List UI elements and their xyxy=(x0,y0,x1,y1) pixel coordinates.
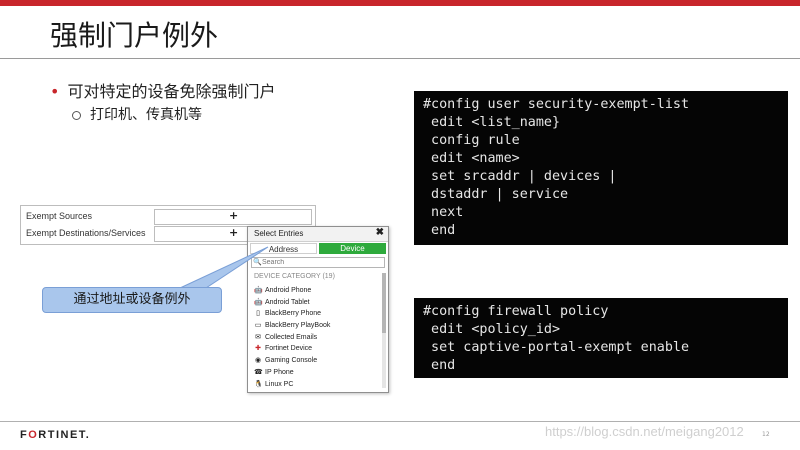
exempt-sources-field[interactable]: + xyxy=(154,209,312,225)
code-line: set captive-portal-exempt enable xyxy=(423,340,690,355)
title-divider xyxy=(0,58,800,59)
device-item-label: Fortinet Device xyxy=(265,345,313,353)
popup-tabs: Address Device xyxy=(250,243,386,254)
exempt-sources-row: Exempt Sources + xyxy=(21,208,315,226)
search-icon: 🔍 xyxy=(253,259,262,266)
android-icon: 🤖 xyxy=(254,287,263,294)
code-line: next xyxy=(423,205,464,220)
bullet-main-text: 可对特定的设备免除强制门户 xyxy=(67,82,276,101)
fortinet-logo: FORTINET. xyxy=(20,429,91,441)
search-box: 🔍 xyxy=(251,257,385,268)
code-line: config rule xyxy=(423,133,520,148)
popup-scrollbar[interactable] xyxy=(382,273,386,388)
handset-icon: ☎ xyxy=(254,368,263,376)
fortinet-icon: ✚ xyxy=(255,345,261,353)
bullet-main: • 可对特定的设备免除强制门户 xyxy=(50,78,275,102)
gamepad-icon: ◉ xyxy=(254,357,262,365)
footer-divider xyxy=(0,421,800,422)
exempt-sources-label: Exempt Sources xyxy=(26,211,93,221)
device-item[interactable]: ▯ BlackBerry Phone xyxy=(254,309,378,321)
device-item[interactable]: ◉ Gaming Console xyxy=(254,356,378,368)
top-accent-bar xyxy=(0,0,800,6)
category-label: DEVICE CATEGORY (19) xyxy=(254,273,335,280)
device-item[interactable]: ✉ Collected Emails xyxy=(254,333,378,345)
device-item-label: Gaming Console xyxy=(265,357,318,365)
device-item[interactable]: ☎ IP Phone xyxy=(254,368,378,380)
device-item-label: Collected Emails xyxy=(265,333,318,341)
code-line: end xyxy=(423,358,456,373)
popup-title: Select Entries xyxy=(254,229,304,238)
code-block-security-exempt: #config user security-exempt-list edit <… xyxy=(414,91,788,245)
code-line: dstaddr | service xyxy=(423,187,569,202)
device-item[interactable]: 🤖 Android Tablet xyxy=(254,298,378,310)
code-line: #config user security-exempt-list xyxy=(423,97,690,112)
code-line: set srcaddr | devices | xyxy=(423,169,617,184)
code-line: end xyxy=(423,223,456,238)
phone-icon: ▯ xyxy=(256,310,260,318)
device-item-label: Linux PC xyxy=(265,380,294,388)
bullet-sub: 打印机、传真机等 xyxy=(72,104,202,124)
exempt-destinations-label: Exempt Destinations/Services xyxy=(26,228,146,238)
device-item-label: IP Phone xyxy=(265,368,294,376)
page-number: 12 xyxy=(762,431,770,438)
tab-address[interactable]: Address xyxy=(250,243,317,254)
scrollbar-thumb[interactable] xyxy=(382,273,386,333)
device-item[interactable]: ▭ BlackBerry PlayBook xyxy=(254,321,378,333)
linux-icon: 🐧 xyxy=(254,380,263,388)
callout-box: 通过地址或设备例外 xyxy=(42,287,222,313)
device-item[interactable]: 🤖 Android Phone xyxy=(254,286,378,298)
code-line: edit <name> xyxy=(423,151,520,166)
select-entries-popup: Select Entries ✖ Address Device 🔍 DEVICE… xyxy=(247,226,389,393)
tab-device[interactable]: Device xyxy=(319,243,386,254)
device-item-label: Android Tablet xyxy=(265,298,310,306)
android-icon: 🤖 xyxy=(254,298,263,306)
popup-header: Select Entries ✖ xyxy=(248,227,388,242)
device-list: 🤖 Android Phone 🤖 Android Tablet ▯ BlackBerry… xyxy=(254,286,378,391)
close-icon[interactable]: ✖ xyxy=(376,227,384,238)
bullet-sub-text: 打印机、传真机等 xyxy=(90,107,202,123)
device-item-label: BlackBerry Phone xyxy=(265,310,322,318)
device-item-label: BlackBerry PlayBook xyxy=(265,322,331,330)
envelope-icon: ✉ xyxy=(255,333,261,341)
device-item-label: Android Phone xyxy=(265,287,312,294)
add-icon[interactable]: + xyxy=(229,209,238,222)
code-block-firewall-policy: #config firewall policy edit <policy_id>… xyxy=(414,298,788,378)
search-input[interactable] xyxy=(262,258,380,266)
bullet-ring-icon xyxy=(72,110,81,120)
code-line: #config firewall policy xyxy=(423,304,609,319)
code-line: edit <policy_id> xyxy=(423,322,561,337)
watermark: https://blog.csdn.net/meigang2012 xyxy=(545,424,744,439)
device-item[interactable]: 🐧 Linux PC xyxy=(254,380,378,392)
tablet-icon: ▭ xyxy=(254,322,262,330)
bullet-dot-icon: • xyxy=(50,82,60,101)
add-icon[interactable]: + xyxy=(229,226,238,239)
code-line: edit <list_name} xyxy=(423,115,561,130)
slide-title: 强制门户例外 xyxy=(50,19,219,52)
device-item[interactable]: ✚ Fortinet Device xyxy=(254,344,378,356)
